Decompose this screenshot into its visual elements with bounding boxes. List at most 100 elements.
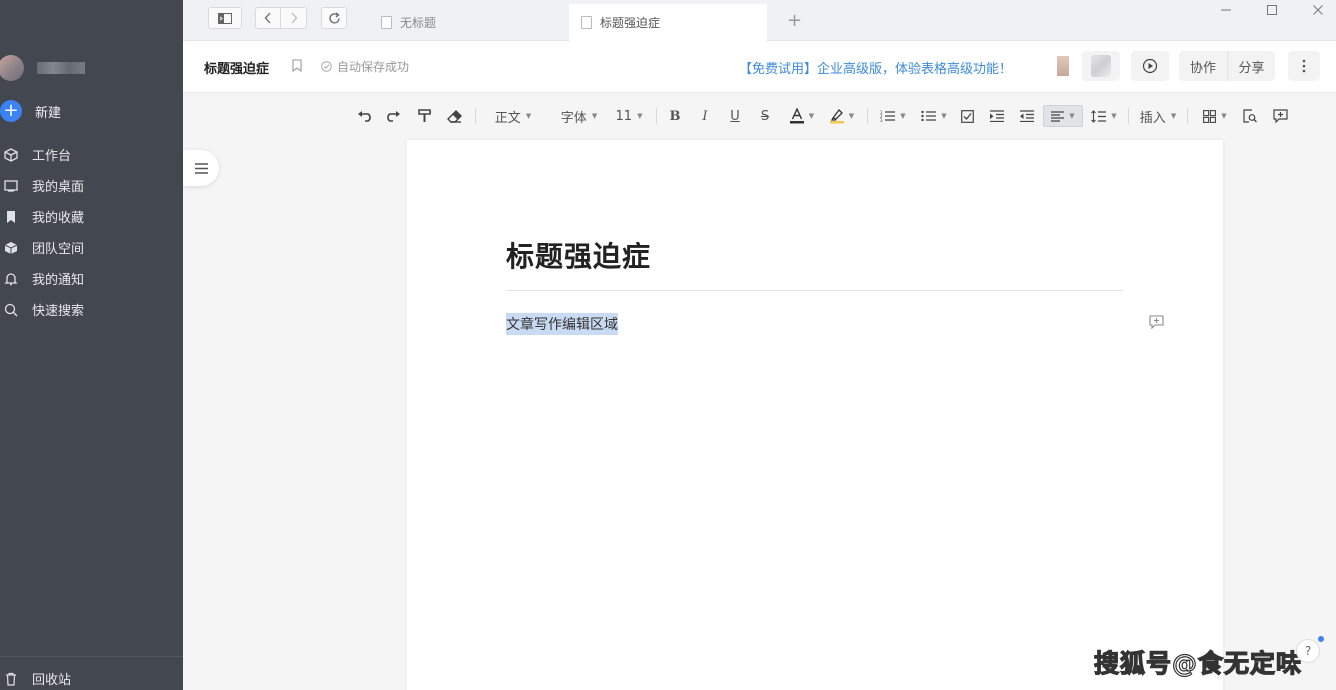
avatar[interactable]: [0, 55, 24, 81]
refresh-button[interactable]: [321, 7, 347, 29]
caret-down-icon: ▼: [591, 112, 598, 120]
forward-button[interactable]: [281, 7, 307, 29]
add-tab-button[interactable]: +: [787, 12, 802, 30]
highlight-button[interactable]: ▼: [825, 105, 859, 127]
minimize-icon: [1221, 9, 1231, 11]
close-button[interactable]: [1295, 0, 1336, 20]
document-header: 标题强迫症 自动保存成功 【免费试用】企业高级版，体验表格高级功能！ 协作 分享: [183, 41, 1336, 93]
insert-label: 插入: [1139, 110, 1166, 126]
redo-icon: [387, 111, 400, 122]
minimize-button[interactable]: [1203, 0, 1249, 20]
document-body-text[interactable]: 文章写作编辑区域: [506, 313, 618, 335]
line-spacing-icon: [1091, 109, 1107, 123]
new-button[interactable]: + 新建: [0, 100, 61, 122]
caret-down-icon: ▼: [1170, 112, 1177, 120]
toolbar-divider: [1187, 108, 1188, 124]
tab-label: 无标题: [400, 16, 437, 30]
font-family-dropdown[interactable]: 字体 ▼: [552, 105, 606, 127]
save-status: 自动保存成功: [321, 58, 409, 75]
document-page[interactable]: 标题强迫症 文章写作编辑区域: [407, 140, 1223, 690]
save-status-text: 自动保存成功: [337, 60, 410, 74]
sidebar-item-team-space[interactable]: 团队空间: [0, 232, 183, 263]
share-button[interactable]: 分享: [1227, 51, 1275, 81]
underline-icon: U: [730, 108, 740, 124]
toggle-sidebar-button[interactable]: [208, 7, 242, 29]
collaborate-button[interactable]: 协作: [1179, 51, 1227, 81]
bookmark-icon: [2, 210, 20, 224]
insert-dropdown[interactable]: 插入 ▼: [1138, 105, 1178, 127]
sidebar-item-workbench[interactable]: 工作台: [0, 139, 183, 170]
title-divider: [506, 290, 1123, 291]
document-name[interactable]: 标题强迫症: [204, 58, 269, 77]
clear-format-button[interactable]: [444, 105, 464, 127]
outdent-icon: [1020, 110, 1034, 122]
paragraph-style-value: 正文: [494, 110, 521, 126]
user-profile[interactable]: [0, 55, 85, 81]
caret-down-icon: ▼: [900, 112, 906, 120]
maximize-button[interactable]: [1249, 0, 1295, 20]
new-label: 新建: [35, 105, 62, 121]
table-dropdown[interactable]: ▼: [1200, 105, 1230, 127]
font-size-dropdown[interactable]: 11 ▼: [611, 105, 647, 127]
highlighter-icon: [829, 109, 844, 124]
format-painter-button[interactable]: [414, 105, 434, 127]
indent-button[interactable]: [987, 105, 1007, 127]
line-spacing-dropdown[interactable]: ▼: [1089, 105, 1119, 127]
redo-button[interactable]: [382, 105, 404, 127]
find-document-icon: [1243, 109, 1257, 123]
underline-button[interactable]: U: [725, 105, 745, 127]
avatar: [1091, 55, 1111, 77]
more-button[interactable]: [1288, 51, 1320, 81]
toolbar-divider: [475, 108, 476, 124]
play-icon: [1142, 58, 1158, 74]
italic-button[interactable]: I: [695, 105, 715, 127]
desktop-icon: [2, 179, 20, 192]
indent-icon: [990, 110, 1004, 122]
strikethrough-icon: S: [760, 108, 770, 124]
svg-text:3: 3: [880, 118, 883, 122]
collaborator-avatar[interactable]: [1057, 56, 1069, 76]
menu-icon: [194, 162, 208, 174]
outdent-button[interactable]: [1017, 105, 1037, 127]
bookmark-icon[interactable]: [292, 59, 302, 76]
ordered-list-button[interactable]: 123 ▼: [876, 105, 910, 127]
caret-down-icon: ▼: [808, 112, 815, 120]
chevron-right-icon: [291, 12, 297, 24]
find-replace-button[interactable]: [1240, 105, 1260, 127]
outline-toggle-button[interactable]: [183, 150, 219, 186]
caret-down-icon: ▼: [848, 112, 855, 120]
bullet-list-button[interactable]: ▼: [917, 105, 951, 127]
align-dropdown[interactable]: ▼: [1043, 105, 1083, 127]
bold-icon: B: [669, 108, 681, 124]
strikethrough-button[interactable]: S: [755, 105, 775, 127]
bold-button[interactable]: B: [665, 105, 685, 127]
sidebar-item-notifications[interactable]: 我的通知: [0, 263, 183, 294]
comment-button[interactable]: [1270, 105, 1290, 127]
undo-icon: [358, 111, 371, 122]
help-button[interactable]: ?: [1296, 639, 1320, 663]
check-circle-icon: [321, 61, 332, 72]
task-list-button[interactable]: [957, 105, 977, 127]
font-color-button[interactable]: ▼: [785, 105, 819, 127]
eraser-icon: [446, 109, 462, 123]
username-blurred: [37, 62, 85, 74]
plus-icon: +: [0, 100, 22, 122]
align-left-icon: [1051, 110, 1065, 122]
sidebar-item-quick-search[interactable]: 快速搜索: [0, 294, 183, 325]
promo-link[interactable]: 【免费试用】企业高级版，体验表格高级功能！: [739, 58, 1012, 77]
sidebar-item-desktop[interactable]: 我的桌面: [0, 170, 183, 201]
paragraph-style-dropdown[interactable]: 正文 ▼: [486, 105, 540, 127]
collaborator-avatar-button[interactable]: [1082, 51, 1120, 81]
undo-button[interactable]: [354, 105, 376, 127]
tab-current-doc[interactable]: 标题强迫症: [569, 4, 767, 41]
chevron-left-icon: [264, 12, 271, 24]
sidebar-item-favorites[interactable]: 我的收藏: [0, 201, 183, 232]
document-title[interactable]: 标题强迫症: [506, 235, 651, 275]
tab-untitled[interactable]: 无标题: [369, 4, 569, 41]
sidebar-item-trash[interactable]: 回收站: [0, 656, 183, 690]
font-color-icon: [789, 108, 804, 124]
sidebar-nav: 工作台 我的桌面 我的收藏 团队空间 我的通知 快速搜索: [0, 139, 183, 325]
back-button[interactable]: [255, 7, 281, 29]
comment-icon[interactable]: [1149, 315, 1164, 333]
present-button[interactable]: [1131, 51, 1169, 81]
